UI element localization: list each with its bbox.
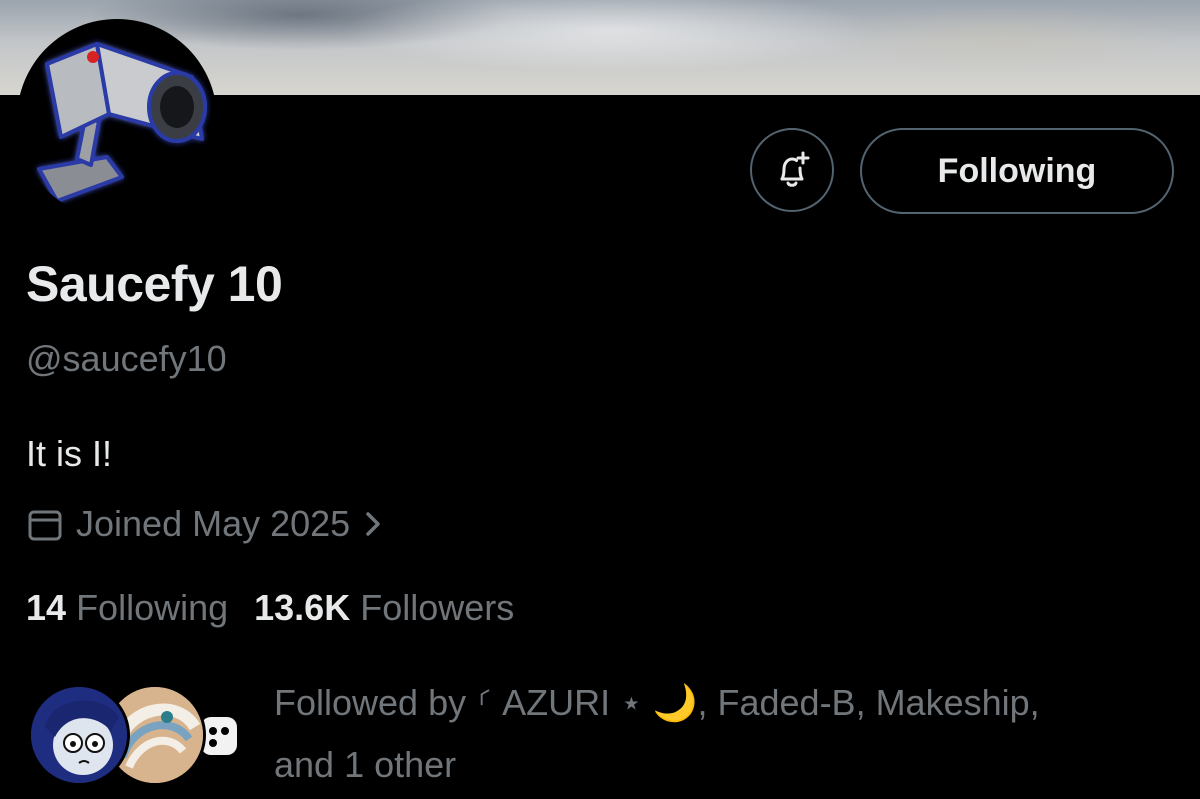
display-name: Saucefy 10	[26, 256, 283, 312]
profile-avatar[interactable]	[17, 19, 217, 219]
followed-by-text[interactable]: Followed by ⸂ AZURI ⋆ 🌙, Faded-B, Makesh…	[274, 672, 1174, 796]
chevron-right-icon	[366, 512, 380, 536]
following-label: Following	[76, 587, 229, 628]
bell-plus-icon	[780, 151, 810, 187]
mutual-followers-avatars[interactable]	[28, 684, 248, 786]
following-count: 14	[26, 587, 67, 628]
notifications-button[interactable]	[750, 128, 834, 212]
followed-by-suffix: and 1 other	[274, 744, 457, 785]
profile-bio: It is I!	[26, 433, 113, 474]
joined-date[interactable]: Joined May 2025	[26, 503, 384, 545]
calendar-icon	[28, 510, 62, 541]
followers-count: 13.6K	[254, 587, 351, 628]
followers-label: Followers	[360, 587, 515, 628]
followed-by-names: ⸂ AZURI ⋆ 🌙, Faded-B, Makeship,	[476, 682, 1040, 723]
username-handle: @saucefy10	[26, 338, 227, 379]
cartoon-face-icon	[31, 687, 127, 783]
followers-stat[interactable]: 13.6K Followers	[254, 587, 514, 629]
following-button[interactable]: Following	[860, 128, 1174, 214]
mutual-avatar-1	[28, 684, 130, 786]
joined-date-text: Joined May 2025	[76, 503, 351, 544]
following-stat[interactable]: 14 Following	[26, 587, 228, 629]
security-camera-icon	[37, 42, 207, 203]
followed-by-prefix: Followed by	[274, 682, 477, 723]
